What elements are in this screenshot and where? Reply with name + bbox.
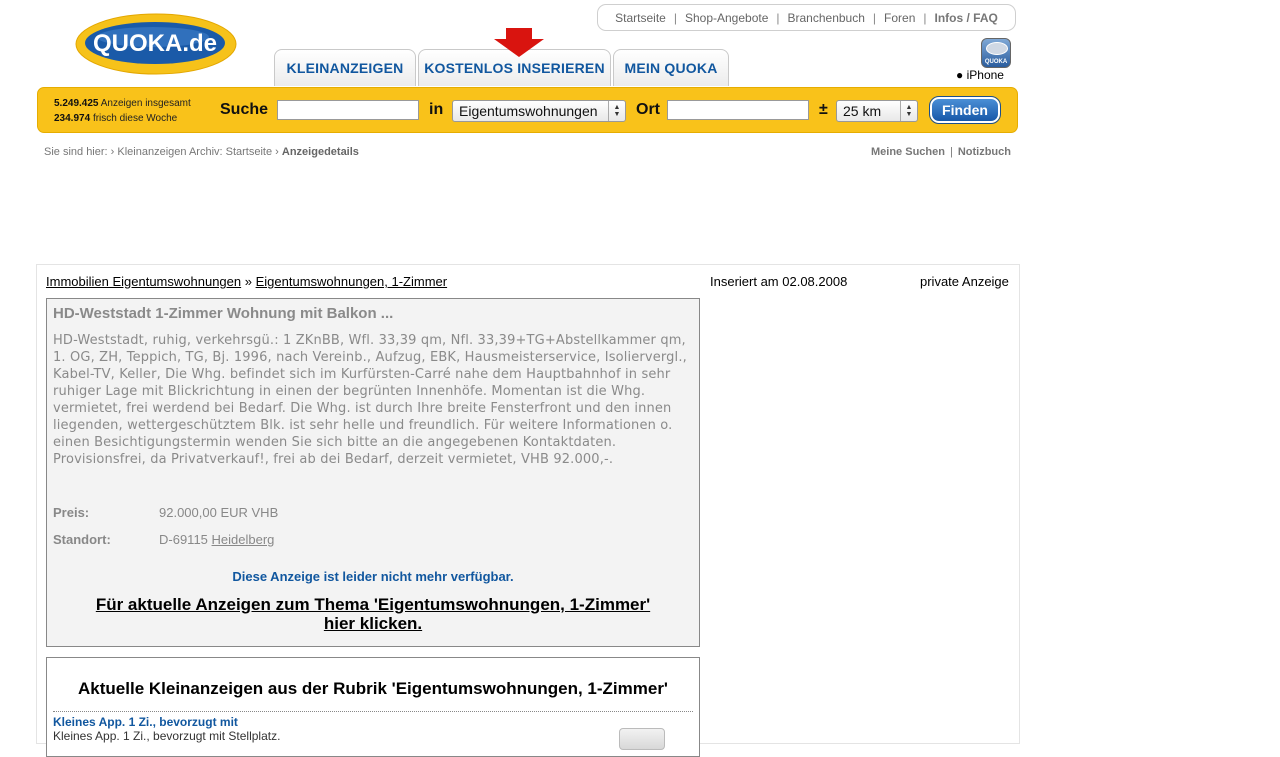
- ad-type: private Anzeige: [920, 274, 1009, 289]
- select-arrows-icon: ▲ ▼: [608, 101, 625, 121]
- category-link-immobilien[interactable]: Immobilien Eigentumswohnungen: [46, 274, 241, 289]
- related-ads-box: Aktuelle Kleinanzeigen aus der Rubrik 'E…: [46, 657, 700, 757]
- breadcrumb: Sie sind hier: › Kleinanzeigen Archiv: S…: [44, 146, 359, 158]
- location-input[interactable]: [667, 100, 809, 120]
- top-link-shop-angebote[interactable]: Shop-Angebote: [685, 11, 768, 25]
- ad-details-box: HD-Weststadt 1-Zimmer Wohnung mit Balkon…: [46, 298, 700, 647]
- divider: [53, 711, 693, 712]
- top-link-infos-faq[interactable]: Infos / FAQ: [935, 11, 998, 25]
- separator: |: [923, 10, 927, 25]
- in-label: in: [429, 101, 444, 118]
- ort-label: Ort: [636, 101, 660, 118]
- list-item-title[interactable]: Kleines App. 1 Zi., bevorzugt mit: [53, 715, 238, 729]
- logo-text: QUOKA.de: [93, 30, 217, 57]
- breadcrumb-archive-link[interactable]: Kleinanzeigen Archiv: Startseite: [117, 146, 272, 158]
- radius-symbol: ±: [819, 101, 828, 118]
- breadcrumb-current: Anzeigedetails: [281, 146, 359, 158]
- iphone-label: ● iPhone: [956, 68, 1004, 82]
- top-link-branchenbuch[interactable]: Branchenbuch: [788, 11, 865, 25]
- separator: |: [673, 10, 677, 25]
- ad-title: HD-Weststadt 1-Zimmer Wohnung mit Balkon…: [53, 305, 394, 322]
- ad-description: HD-Weststadt, ruhig, verkehrsgü.: 1 ZKnB…: [53, 333, 687, 467]
- top-link-foren[interactable]: Foren: [884, 11, 915, 25]
- apple-icon: ●: [956, 68, 964, 82]
- ad-statistics: 5.249.425 Anzeigen insgesamt 234.974 fri…: [54, 98, 191, 124]
- related-ads-title: Aktuelle Kleinanzeigen aus der Rubrik 'E…: [78, 679, 668, 698]
- search-bar: 5.249.425 Anzeigen insgesamt 234.974 fri…: [37, 87, 1018, 133]
- category-path: Immobilien Eigentumswohnungen » Eigentum…: [46, 274, 448, 289]
- select-arrows-icon: ▲ ▼: [900, 101, 917, 121]
- tab-kleinanzeigen[interactable]: KLEINANZEIGEN: [274, 49, 416, 86]
- quoka-logo[interactable]: QUOKA.de: [75, 13, 237, 75]
- unavailable-notice: Diese Anzeige ist leider nicht mehr verf…: [232, 569, 514, 584]
- price-value: 92.000,00 EUR VHB: [159, 505, 279, 520]
- red-down-arrow-icon: [494, 28, 544, 57]
- search-input[interactable]: [277, 100, 419, 120]
- tab-mein-quoka[interactable]: MEIN QUOKA: [613, 49, 729, 86]
- quoka-app-icon: QUOKA: [981, 38, 1011, 68]
- iphone-app-link[interactable]: QUOKA ● iPhone: [954, 38, 1014, 84]
- category-link-1-zimmer[interactable]: Eigentumswohnungen, 1-Zimmer: [256, 274, 447, 289]
- finden-button[interactable]: Finden: [929, 96, 1001, 124]
- user-links: Meine Suchen | Notizbuch: [871, 146, 1011, 158]
- separator: |: [872, 10, 877, 25]
- list-item-text: Kleines App. 1 Zi., bevorzugt mit Stellp…: [53, 729, 281, 743]
- suche-label: Suche: [220, 101, 269, 118]
- radius-select[interactable]: 25 km ▲ ▼: [836, 100, 918, 122]
- meine-suchen-link[interactable]: Meine Suchen: [871, 146, 945, 158]
- location-row: Standort: D-69115 Heidelberg: [53, 532, 275, 547]
- inserted-date: Inseriert am 02.08.2008: [710, 274, 848, 289]
- price-row: Preis: 92.000,00 EUR VHB: [53, 505, 279, 520]
- current-ads-link[interactable]: Für aktuelle Anzeigen zum Thema 'Eigentu…: [47, 595, 699, 633]
- notizbuch-link[interactable]: Notizbuch: [958, 146, 1011, 158]
- top-link-startseite[interactable]: Startseite: [615, 11, 666, 25]
- location-city-link[interactable]: Heidelberg: [212, 532, 275, 547]
- separator: |: [776, 10, 780, 25]
- category-select[interactable]: Eigentumswohnungen ▲ ▼: [452, 100, 626, 122]
- list-item-thumbnail[interactable]: [619, 728, 665, 750]
- top-links: Startseite | Shop-Angebote | Branchenbuc…: [597, 4, 1016, 31]
